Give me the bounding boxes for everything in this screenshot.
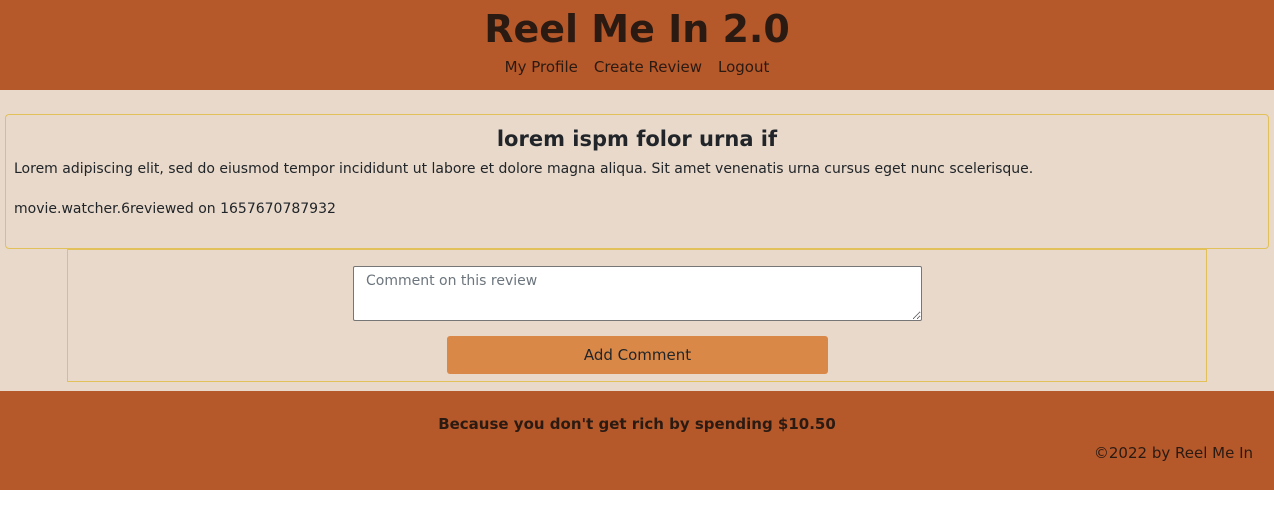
nav-link-logout[interactable]: Logout: [718, 58, 769, 76]
main-content: lorem ispm folor urna if Lorem adipiscin…: [0, 90, 1274, 391]
site-title: Reel Me In 2.0: [484, 7, 790, 51]
nav-link-my-profile[interactable]: My Profile: [505, 58, 578, 76]
review-meta: movie.watcher.6reviewed on 1657670787932: [14, 201, 336, 217]
review-card: lorem ispm folor urna if Lorem adipiscin…: [5, 114, 1269, 249]
main-nav: My Profile Create Review Logout: [0, 58, 1274, 76]
comment-form: Add Comment: [67, 249, 1207, 382]
add-comment-button[interactable]: Add Comment: [447, 336, 828, 374]
comment-input[interactable]: [353, 266, 922, 321]
review-title: lorem ispm folor urna if: [496, 127, 778, 151]
review-body: Lorem adipiscing elit, sed do eiusmod te…: [14, 161, 1034, 177]
footer-tagline: Because you don't get rich by spending $…: [438, 415, 836, 433]
footer-copyright: ©2022 by Reel Me In: [1093, 444, 1253, 462]
site-header: Reel Me In 2.0 My Profile Create Review …: [0, 0, 1274, 90]
site-footer: Because you don't get rich by spending $…: [0, 391, 1274, 490]
nav-link-create-review[interactable]: Create Review: [594, 58, 702, 76]
